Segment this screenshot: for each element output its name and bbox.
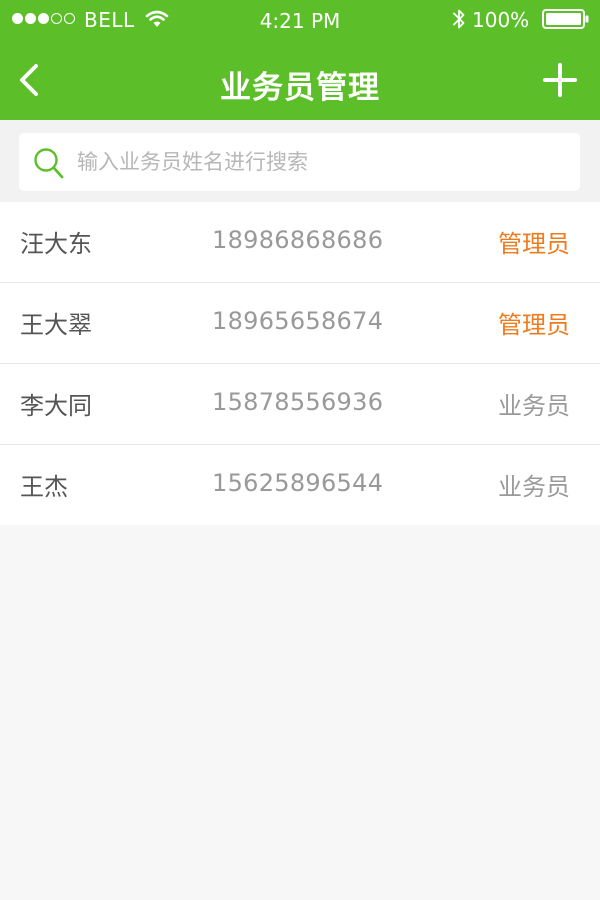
search-box[interactable] [19,133,580,191]
salesperson-list: 汪大东 18986868686 管理员 王大翠 18965658674 管理员 … [0,202,600,525]
salesperson-phone: 18965658674 [212,307,384,335]
app-header: BELL 4:21 PM 100% 业务员管理 [0,0,600,120]
navigation-bar: 业务员管理 [0,40,600,120]
battery-percentage: 100% [472,8,530,32]
search-icon [31,146,67,186]
table-row[interactable]: 汪大东 18986868686 管理员 [0,202,600,283]
battery-icon [542,9,590,34]
salesperson-name: 汪大东 [20,230,92,258]
plus-icon [543,63,577,97]
add-salesperson-button[interactable] [540,60,580,100]
table-row[interactable]: 王大翠 18965658674 管理员 [0,283,600,364]
status-bar: BELL 4:21 PM 100% [0,0,600,40]
salesperson-name: 王杰 [20,473,68,501]
salesperson-role: 管理员 [498,230,570,258]
search-bar [0,120,600,203]
back-button[interactable] [10,58,50,102]
salesperson-name: 李大同 [20,392,92,420]
salesperson-role: 业务员 [498,392,570,420]
table-row[interactable]: 李大同 15878556936 业务员 [0,364,600,445]
chevron-left-icon [20,64,38,96]
bluetooth-icon [451,7,467,36]
page-title: 业务员管理 [220,70,380,106]
salesperson-phone: 15625896544 [212,469,384,497]
salesperson-name: 王大翠 [20,311,92,339]
salesperson-phone: 15878556936 [212,388,384,416]
salesperson-role: 管理员 [498,311,570,339]
search-input[interactable] [77,143,567,181]
salesperson-phone: 18986868686 [212,226,384,254]
salesperson-role: 业务员 [498,473,570,501]
table-row[interactable]: 王杰 15625896544 业务员 [0,445,600,525]
